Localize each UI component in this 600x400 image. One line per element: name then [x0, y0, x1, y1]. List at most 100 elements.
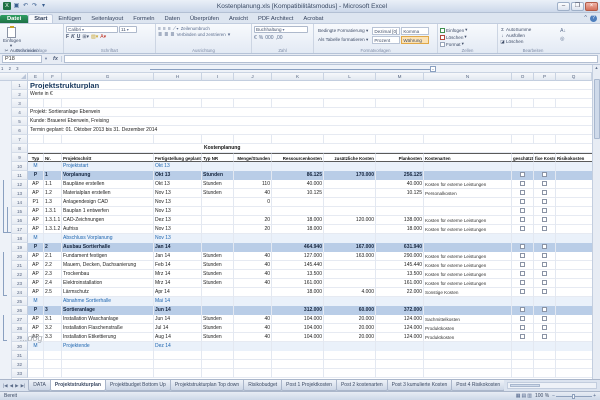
cell[interactable]: CAD-Zeichnungen: [62, 216, 154, 225]
cell[interactable]: 40.000: [272, 180, 324, 189]
cell[interactable]: [534, 198, 556, 207]
delete-cells-button[interactable]: Löschen ▾: [440, 34, 495, 40]
fixed-cost-checkbox[interactable]: [542, 262, 547, 267]
fixed-cost-checkbox[interactable]: [542, 217, 547, 222]
cell[interactable]: Mauern, Decken, Dachsanierung: [62, 261, 154, 270]
cell[interactable]: 127.000: [272, 252, 324, 261]
scrollbar-thumb[interactable]: [594, 79, 600, 139]
row-header[interactable]: 4: [12, 108, 28, 117]
cell[interactable]: [512, 369, 534, 378]
row-header[interactable]: 9: [12, 153, 28, 162]
cell[interactable]: 1.1: [44, 180, 62, 189]
cell[interactable]: Mrz 14: [154, 270, 202, 279]
cell[interactable]: [324, 369, 376, 378]
fill-color-icon[interactable]: ▨▾: [91, 34, 98, 40]
cell[interactable]: Kosten für externe Leistungen: [424, 180, 512, 189]
row-header[interactable]: 30: [12, 342, 28, 351]
cell[interactable]: [202, 243, 234, 252]
cell[interactable]: [324, 342, 376, 351]
cell[interactable]: [234, 306, 272, 315]
cell[interactable]: [234, 351, 272, 360]
cell[interactable]: [556, 234, 592, 243]
cell[interactable]: Kosten für externe Leistungen: [424, 279, 512, 288]
cell[interactable]: 40: [234, 270, 272, 279]
column-header-J[interactable]: J: [234, 73, 272, 81]
cell[interactable]: Kostenarten: [424, 153, 512, 162]
estimated-checkbox[interactable]: [520, 316, 525, 321]
ribbon-tab-start[interactable]: Start: [28, 14, 53, 23]
cell[interactable]: M: [28, 162, 44, 171]
cell[interactable]: 464.940: [272, 243, 324, 252]
cell[interactable]: [202, 207, 234, 216]
sheet-tab-post-4-risikokosten[interactable]: Post 4 Risikokosten: [451, 380, 504, 391]
cell[interactable]: Elektroinstallation: [62, 279, 154, 288]
sort-filter-icon[interactable]: A↓: [560, 28, 566, 34]
cell[interactable]: P: [28, 306, 44, 315]
help-icon[interactable]: ?: [590, 15, 597, 22]
column-header-O[interactable]: O: [512, 73, 534, 81]
estimated-checkbox[interactable]: [520, 226, 525, 231]
insert-cells-button[interactable]: Einfügen ▾: [440, 27, 495, 33]
cell[interactable]: Baupläne erstellen: [62, 180, 154, 189]
cell[interactable]: [556, 99, 592, 108]
cell[interactable]: 124.000: [376, 315, 424, 324]
ribbon-tab-ansicht[interactable]: Ansicht: [224, 15, 253, 23]
cell[interactable]: [534, 162, 556, 171]
cell[interactable]: [62, 135, 154, 144]
cell[interactable]: Stunden: [202, 270, 234, 279]
cell[interactable]: Projektende: [62, 342, 154, 351]
conditional-formatting-button[interactable]: Bedingte Formatierung ▾: [316, 27, 370, 35]
cell[interactable]: [556, 135, 592, 144]
format-cells-button[interactable]: Format ▾: [440, 41, 495, 47]
cell[interactable]: 20: [234, 225, 272, 234]
column-header-E[interactable]: E: [28, 73, 44, 81]
sheet-tab-risikobudget[interactable]: Risikobudget: [243, 380, 282, 391]
ribbon-tab-formeln[interactable]: Formeln: [128, 15, 159, 23]
accounting-format-icon[interactable]: €: [254, 35, 257, 41]
cell[interactable]: 1.3: [44, 198, 62, 207]
cell[interactable]: 40: [234, 279, 272, 288]
row-header[interactable]: 8: [12, 144, 28, 153]
cell[interactable]: [28, 99, 44, 108]
cell[interactable]: Stunden: [202, 180, 234, 189]
fixed-cost-checkbox[interactable]: [542, 307, 547, 312]
estimated-checkbox[interactable]: [520, 271, 525, 276]
cell[interactable]: [202, 297, 234, 306]
cell[interactable]: [556, 306, 592, 315]
cell[interactable]: [556, 324, 592, 333]
cell[interactable]: 1.3.1.2: [44, 225, 62, 234]
cell[interactable]: [556, 261, 592, 270]
vertical-scrollbar[interactable]: ▲: [592, 65, 600, 379]
cell[interactable]: [202, 234, 234, 243]
cell[interactable]: [376, 342, 424, 351]
sheet-tab-data[interactable]: DATA: [28, 380, 51, 391]
estimated-checkbox[interactable]: [520, 253, 525, 258]
cell[interactable]: 40.000: [376, 180, 424, 189]
cell[interactable]: [44, 234, 62, 243]
cell[interactable]: [424, 369, 512, 378]
cell[interactable]: [324, 198, 376, 207]
cell[interactable]: [534, 315, 556, 324]
cell[interactable]: [154, 135, 202, 144]
cell[interactable]: Apr 14: [154, 288, 202, 297]
cell[interactable]: Kosten für externe Leistungen: [424, 225, 512, 234]
find-select-icon[interactable]: ◎: [560, 36, 566, 42]
cell[interactable]: 18.000: [272, 288, 324, 297]
cell[interactable]: Anlagendesign CAD: [62, 198, 154, 207]
cell[interactable]: Menge/Stunden: [234, 153, 272, 162]
cell[interactable]: Sortieranlage: [62, 306, 154, 315]
redo-icon[interactable]: ↷: [31, 3, 38, 10]
sheet-tab-post-1-projektkosten[interactable]: Post 1 Projektkosten: [281, 380, 337, 391]
cell[interactable]: 312.000: [272, 306, 324, 315]
cell[interactable]: [556, 279, 592, 288]
borders-icon[interactable]: ⊞▾: [82, 34, 89, 40]
cell[interactable]: [556, 288, 592, 297]
cell[interactable]: Stunden: [202, 324, 234, 333]
cell[interactable]: [44, 297, 62, 306]
cell[interactable]: AP: [28, 315, 44, 324]
estimated-checkbox[interactable]: [520, 172, 525, 177]
cell[interactable]: [424, 243, 512, 252]
cell[interactable]: [534, 252, 556, 261]
cell[interactable]: 104.000: [272, 333, 324, 342]
column-header-F[interactable]: F: [44, 73, 62, 81]
